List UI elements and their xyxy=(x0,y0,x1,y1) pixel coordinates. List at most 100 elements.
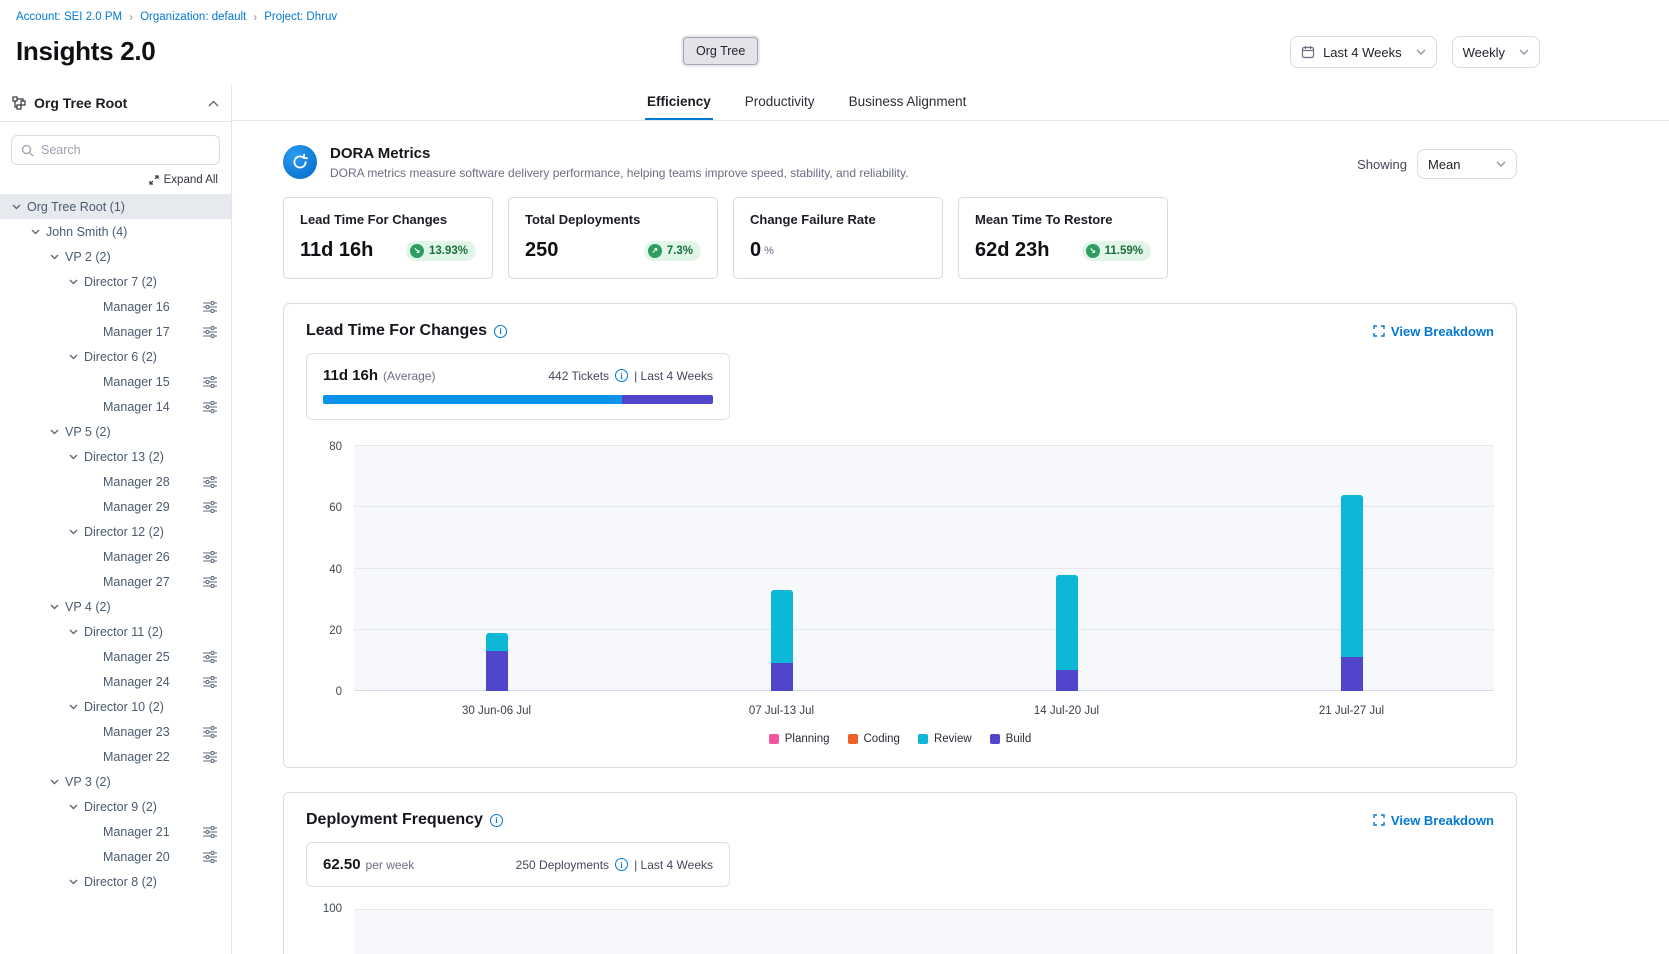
metric-card-total-deployments[interactable]: Total Deployments 250 ↗ 7.3% xyxy=(508,197,718,279)
tree-item[interactable]: VP 3 (2) xyxy=(0,769,231,794)
tree-item[interactable]: Manager 15 xyxy=(0,369,231,394)
filter-icon[interactable] xyxy=(203,576,217,588)
chevron-down-icon[interactable] xyxy=(29,229,42,235)
tree-item[interactable]: Manager 21 xyxy=(0,819,231,844)
legend-swatch xyxy=(848,734,858,744)
legend-item-coding[interactable]: Coding xyxy=(848,733,900,745)
tree-item[interactable]: Manager 25 xyxy=(0,644,231,669)
filter-icon[interactable] xyxy=(203,676,217,688)
tree-item[interactable]: Manager 14 xyxy=(0,394,231,419)
filter-icon[interactable] xyxy=(203,751,217,763)
stacked-bar[interactable] xyxy=(1056,575,1078,691)
lead-time-title: Lead Time For Changes xyxy=(306,322,487,340)
lead-time-view-breakdown-button[interactable]: View Breakdown xyxy=(1373,324,1494,339)
chevron-down-icon[interactable] xyxy=(67,354,80,360)
tree-item[interactable]: Manager 26 xyxy=(0,544,231,569)
tree-item[interactable]: VP 4 (2) xyxy=(0,594,231,619)
filter-icon[interactable] xyxy=(203,651,217,663)
tree-item[interactable]: John Smith (4) xyxy=(0,219,231,244)
tree-item[interactable]: Manager 17 xyxy=(0,319,231,344)
expand-all-button[interactable]: Expand All xyxy=(13,174,218,186)
deployment-view-breakdown-button[interactable]: View Breakdown xyxy=(1373,813,1494,828)
lead-time-plot[interactable] xyxy=(354,446,1494,691)
filter-icon[interactable] xyxy=(203,476,217,488)
tree-item[interactable]: Manager 29 xyxy=(0,494,231,519)
tree-item-label: Director 9 (2) xyxy=(84,800,157,814)
chevron-down-icon[interactable] xyxy=(10,204,23,210)
info-icon[interactable]: i xyxy=(494,325,507,338)
filter-icon[interactable] xyxy=(203,726,217,738)
chevron-down-icon[interactable] xyxy=(67,279,80,285)
chevron-down-icon[interactable] xyxy=(48,429,61,435)
chevron-up-icon[interactable] xyxy=(208,100,219,107)
breadcrumb-account-link[interactable]: Account: SEI 2.0 PM xyxy=(16,11,122,23)
info-icon[interactable]: i xyxy=(615,369,628,382)
filter-icon[interactable] xyxy=(203,851,217,863)
deployment-plot[interactable] xyxy=(354,909,1494,954)
tree-item-label: VP 4 (2) xyxy=(65,600,111,614)
tab-productivity[interactable]: Productivity xyxy=(743,85,817,120)
tree-item[interactable]: Manager 28 xyxy=(0,469,231,494)
tree-item-label: Manager 25 xyxy=(103,650,170,664)
filter-icon[interactable] xyxy=(203,826,217,838)
legend-item-planning[interactable]: Planning xyxy=(769,733,830,745)
org-tree-button[interactable]: Org Tree xyxy=(683,37,758,65)
tree-item[interactable]: Manager 24 xyxy=(0,669,231,694)
tree-item[interactable]: Manager 27 xyxy=(0,569,231,594)
filter-icon[interactable] xyxy=(203,401,217,413)
stacked-bar[interactable] xyxy=(1341,495,1363,691)
tree-item[interactable]: Director 10 (2) xyxy=(0,694,231,719)
chevron-down-icon[interactable] xyxy=(67,879,80,885)
progress-segment xyxy=(323,395,622,404)
breadcrumb-organization-link[interactable]: Organization: default xyxy=(140,11,246,23)
search-input[interactable] xyxy=(41,143,210,157)
chevron-down-icon[interactable] xyxy=(67,629,80,635)
filter-icon[interactable] xyxy=(203,501,217,513)
filter-icon[interactable] xyxy=(203,376,217,388)
tree-item[interactable]: VP 5 (2) xyxy=(0,419,231,444)
info-icon[interactable]: i xyxy=(490,814,503,827)
tree-item[interactable]: Manager 16 xyxy=(0,294,231,319)
tab-efficiency[interactable]: Efficiency xyxy=(645,85,713,120)
bar-segment-review xyxy=(1056,575,1078,670)
tree-item[interactable]: Director 11 (2) xyxy=(0,619,231,644)
stacked-bar[interactable] xyxy=(771,590,793,691)
tree-item[interactable]: Manager 23 xyxy=(0,719,231,744)
chevron-down-icon[interactable] xyxy=(48,604,61,610)
tree-item[interactable]: Director 8 (2) xyxy=(0,869,231,894)
chevron-down-icon[interactable] xyxy=(48,779,61,785)
chevron-down-icon[interactable] xyxy=(67,454,80,460)
tree-item[interactable]: Director 12 (2) xyxy=(0,519,231,544)
granularity-select[interactable]: Weekly xyxy=(1452,36,1540,68)
legend-item-review[interactable]: Review xyxy=(918,733,972,745)
tree-item[interactable]: Org Tree Root (1) xyxy=(0,194,231,219)
tree-search[interactable] xyxy=(11,135,220,165)
tree-item[interactable]: VP 2 (2) xyxy=(0,244,231,269)
showing-value: Mean xyxy=(1428,157,1461,172)
tree-item[interactable]: Manager 20 xyxy=(0,844,231,869)
stacked-bar[interactable] xyxy=(486,633,508,691)
chevron-down-icon[interactable] xyxy=(67,704,80,710)
filter-icon[interactable] xyxy=(203,326,217,338)
legend-item-build[interactable]: Build xyxy=(990,733,1032,745)
tab-business-alignment[interactable]: Business Alignment xyxy=(847,85,969,120)
filter-icon[interactable] xyxy=(203,551,217,563)
tree-item[interactable]: Director 6 (2) xyxy=(0,344,231,369)
tree-item[interactable]: Director 9 (2) xyxy=(0,794,231,819)
chevron-down-icon[interactable] xyxy=(67,804,80,810)
filter-icon[interactable] xyxy=(203,301,217,313)
metric-card-mean-time-to-restore[interactable]: Mean Time To Restore 62d 23h ↘ 11.59% xyxy=(958,197,1168,279)
chevron-down-icon[interactable] xyxy=(67,529,80,535)
tree-item[interactable]: Manager 22 xyxy=(0,744,231,769)
metric-card-lead-time[interactable]: Lead Time For Changes 11d 16h ↘ 13.93% xyxy=(283,197,493,279)
y-tick-label: 20 xyxy=(329,625,342,637)
tree-item[interactable]: Director 13 (2) xyxy=(0,444,231,469)
tree-item-label: Manager 20 xyxy=(103,850,170,864)
showing-select[interactable]: Mean xyxy=(1417,149,1517,179)
chevron-down-icon[interactable] xyxy=(48,254,61,260)
info-icon[interactable]: i xyxy=(615,858,628,871)
tree-item[interactable]: Director 7 (2) xyxy=(0,269,231,294)
metric-card-change-failure-rate[interactable]: Change Failure Rate 0 % xyxy=(733,197,943,279)
date-range-select[interactable]: Last 4 Weeks xyxy=(1290,36,1437,68)
breadcrumb-project-link[interactable]: Project: Dhruv xyxy=(264,11,337,23)
